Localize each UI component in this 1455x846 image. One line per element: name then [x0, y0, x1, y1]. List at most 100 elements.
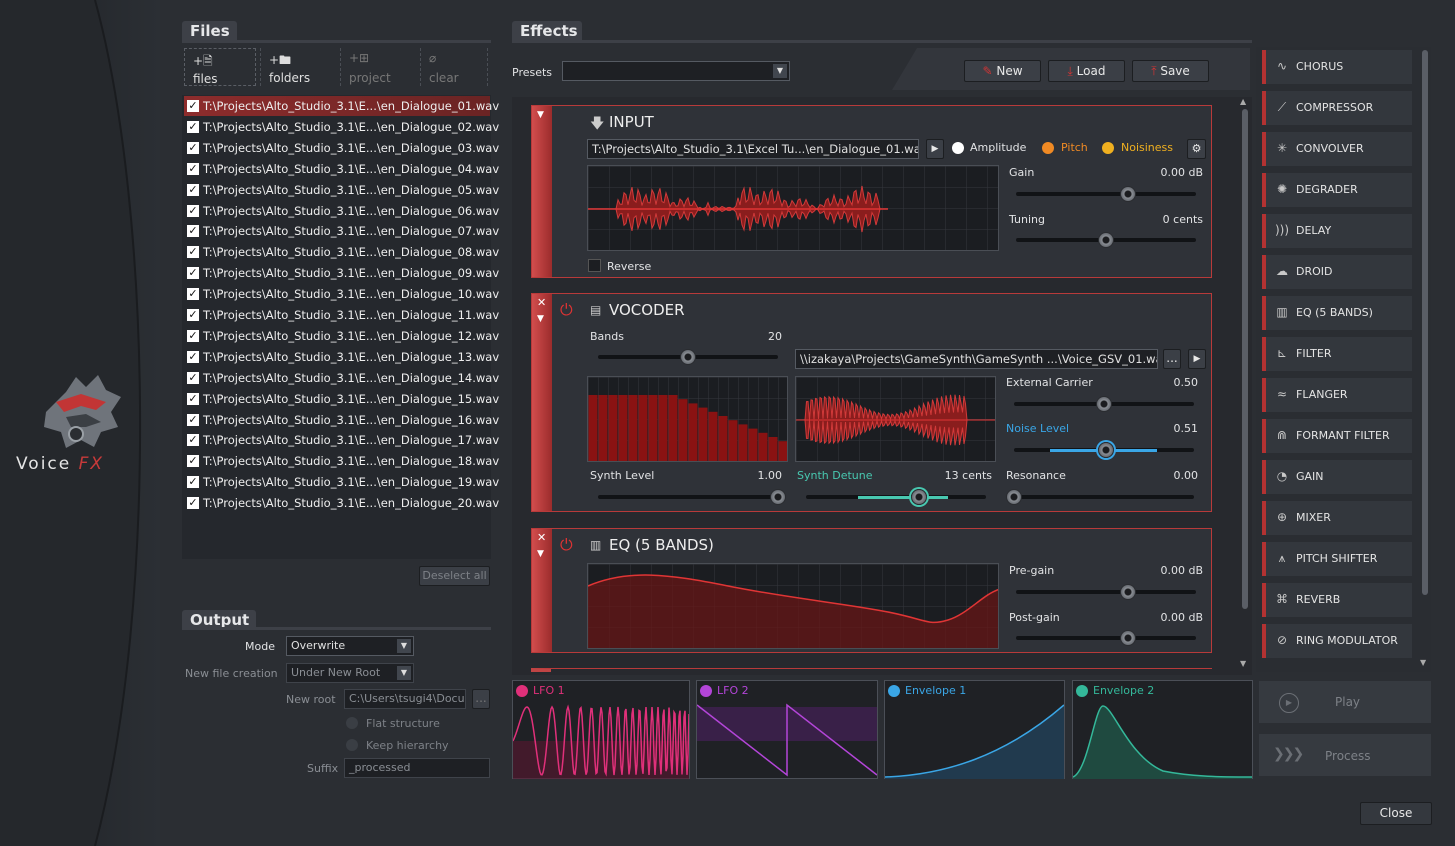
save-preset-button[interactable]: ⤒ Save [1132, 60, 1209, 82]
pre-gain-slider[interactable] [1016, 590, 1196, 594]
effect-library-degrader[interactable]: ✺ DEGRADER [1262, 173, 1412, 207]
input-settings-button[interactable]: ⚙ [1187, 139, 1206, 159]
effect-library-chorus[interactable]: ∿ CHORUS [1262, 50, 1412, 84]
effect-library-pitch-shifter[interactable]: ⩚ PITCH SHIFTER [1262, 542, 1412, 576]
reverse-checkbox[interactable] [588, 259, 601, 272]
effect-library-mixer[interactable]: ⊕ MIXER [1262, 501, 1412, 535]
file-list-item[interactable]: ✓ T:\Projects\Alto_Studio_3.1\E...\en_Dia… [184, 159, 499, 179]
file-checkbox[interactable]: ✓ [187, 309, 199, 321]
file-list-item[interactable]: ✓ T:\Projects\Alto_Studio_3.1\E...\en_Dia… [184, 96, 499, 116]
close-button[interactable]: Close [1360, 802, 1432, 825]
file-checkbox[interactable]: ✓ [187, 225, 199, 238]
presets-select[interactable]: ▼ [562, 61, 790, 81]
file-list-item[interactable]: ✓ T:\Projects\Alto_Studio_3.1\E...\en_Dia… [184, 472, 499, 492]
play-button[interactable]: ▶ Play [1258, 680, 1432, 724]
pre-gain-knob[interactable] [1119, 584, 1136, 600]
load-preset-button[interactable]: ⤓ Load [1048, 60, 1125, 82]
file-checkbox[interactable]: ✓ [187, 350, 199, 363]
file-list-item[interactable]: ✓ T:\Projects\Alto_Studio_3.1\E...\en_Dia… [184, 389, 499, 409]
effect-library-delay[interactable]: ))) DELAY [1262, 214, 1412, 248]
process-button[interactable]: ❯❯❯ Process [1258, 733, 1432, 777]
effect-library-reverb[interactable]: ⌘ REVERB [1262, 583, 1412, 617]
file-list-item[interactable]: ✓ T:\Projects\Alto_Studio_3.1\E...\en_Dia… [184, 493, 499, 513]
noisiness-radio[interactable] [1102, 142, 1114, 154]
file-checkbox[interactable]: ✓ [187, 392, 199, 405]
pitch-radio[interactable] [1042, 142, 1054, 154]
bands-slider-knob[interactable] [680, 349, 696, 365]
post-gain-slider[interactable] [1016, 636, 1196, 640]
effect-library-formant-filter[interactable]: ⋒ FORMANT FILTER [1262, 419, 1412, 453]
new-preset-button[interactable]: ✎ New [964, 60, 1041, 82]
external-carrier-knob[interactable] [1096, 396, 1112, 412]
file-checkbox[interactable]: ✓ [187, 162, 199, 175]
file-list-item[interactable]: ✓ T:\Projects\Alto_Studio_3.1\E...\en_Dia… [184, 326, 499, 346]
synth-level-slider[interactable] [598, 495, 778, 499]
synth-level-knob[interactable] [770, 489, 786, 505]
effect-library-gain[interactable]: ◔ GAIN [1262, 460, 1412, 494]
file-list-item[interactable]: ✓ T:\Projects\Alto_Studio_3.1\E...\en_Dia… [184, 451, 499, 471]
noise-level-knob[interactable] [1097, 442, 1114, 458]
add-folders-button[interactable]: +🖿 folders [260, 48, 336, 86]
scroll-thumb[interactable] [1242, 109, 1248, 609]
file-list-item[interactable]: ✓ T:\Projects\Alto_Studio_3.1\E...\en_Dia… [184, 347, 499, 367]
tuning-slider-knob[interactable] [1098, 232, 1114, 248]
effect-library-compressor[interactable]: ⟋ COMPRESSOR [1262, 91, 1412, 125]
effect-library-flanger[interactable]: ≈ FLANGER [1262, 378, 1412, 412]
effect-library-droid[interactable]: ☁ DROID [1262, 255, 1412, 289]
deselect-all-button[interactable]: Deselect all [419, 566, 490, 586]
suffix-input[interactable]: _processed [344, 758, 490, 778]
file-list-item[interactable]: ✓ T:\Projects\Alto_Studio_3.1\E...\en_Dia… [184, 284, 499, 304]
collapse-icon[interactable]: ▼ [537, 110, 544, 120]
file-checkbox[interactable]: ✓ [187, 120, 199, 133]
carrier-play-button[interactable]: ▶ [1188, 349, 1206, 369]
file-list-item[interactable]: ✓ T:\Projects\Alto_Studio_3.1\E...\en_Dia… [184, 201, 499, 221]
file-checkbox[interactable]: ✓ [187, 141, 199, 154]
file-checkbox[interactable]: ✓ [187, 413, 199, 426]
file-checkbox[interactable]: ✓ [187, 434, 199, 447]
file-checkbox[interactable]: ✓ [187, 497, 199, 510]
remove-effect-icon[interactable]: ✕ [537, 296, 546, 309]
resonance-slider[interactable] [1014, 495, 1194, 499]
gain-slider-knob[interactable] [1119, 186, 1136, 202]
file-list-item[interactable]: ✓ T:\Projects\Alto_Studio_3.1\E...\en_Dia… [184, 368, 499, 388]
mode-select[interactable]: Overwrite ▼ [286, 636, 414, 656]
add-project-button[interactable]: +⊞ project [340, 48, 416, 86]
file-checkbox[interactable]: ✓ [187, 476, 199, 489]
new-root-input[interactable]: C:\Users\tsugi4\Docu [344, 689, 466, 709]
file-checkbox[interactable]: ✓ [187, 204, 199, 217]
file-list-item[interactable]: ✓ T:\Projects\Alto_Studio_3.1\E...\en_Dia… [184, 263, 499, 283]
envelope1-modulator[interactable]: Envelope 1 [884, 680, 1065, 779]
new-root-browse-button[interactable]: ... [472, 689, 490, 709]
add-files-button[interactable]: +🗎 files [184, 48, 256, 86]
lfo1-modulator[interactable]: LFO 1 [512, 680, 690, 779]
file-list-item[interactable]: ✓ T:\Projects\Alto_Studio_3.1\E...\en_Dia… [184, 430, 499, 450]
keep-hierarchy-radio[interactable] [346, 739, 358, 751]
new-file-creation-select[interactable]: Under New Root ▼ [286, 663, 414, 683]
file-list-item[interactable]: ✓ T:\Projects\Alto_Studio_3.1\E...\en_Dia… [184, 305, 499, 325]
eq-power-icon[interactable]: ⏻ [560, 535, 573, 555]
file-checkbox[interactable]: ✓ [187, 246, 199, 259]
flat-structure-radio[interactable] [346, 717, 358, 729]
file-checkbox[interactable]: ✓ [187, 183, 199, 196]
amplitude-radio[interactable] [952, 142, 964, 154]
file-checkbox[interactable]: ✓ [187, 100, 199, 112]
file-checkbox[interactable]: ✓ [187, 329, 199, 342]
input-file-field[interactable]: T:\Projects\Alto_Studio_3.1\Excel Tu...\… [587, 139, 919, 159]
collapse-icon[interactable]: ▼ [537, 549, 544, 559]
input-play-button[interactable]: ▶ [926, 139, 944, 159]
file-list-item[interactable]: ✓ T:\Projects\Alto_Studio_3.1\E...\en_Dia… [184, 180, 499, 200]
lfo2-modulator[interactable]: LFO 2 [696, 680, 878, 779]
clear-files-button[interactable]: ⌀ clear [420, 48, 488, 86]
resonance-knob[interactable] [1006, 489, 1022, 505]
scroll-thumb[interactable] [1422, 50, 1428, 595]
remove-effect-icon[interactable]: ✕ [537, 531, 546, 544]
envelope2-modulator[interactable]: Envelope 2 [1072, 680, 1253, 779]
file-list-item[interactable]: ✓ T:\Projects\Alto_Studio_3.1\E...\en_Dia… [184, 117, 499, 137]
collapse-icon[interactable]: ▼ [537, 314, 544, 324]
file-list-item[interactable]: ✓ T:\Projects\Alto_Studio_3.1\E...\en_Dia… [184, 242, 499, 262]
post-gain-knob[interactable] [1119, 630, 1136, 646]
vocoder-power-icon[interactable]: ⏻ [560, 300, 573, 320]
file-list-item[interactable]: ✓ T:\Projects\Alto_Studio_3.1\E...\en_Dia… [184, 138, 499, 158]
gain-slider[interactable] [1016, 192, 1196, 196]
file-checkbox[interactable]: ✓ [187, 288, 199, 301]
